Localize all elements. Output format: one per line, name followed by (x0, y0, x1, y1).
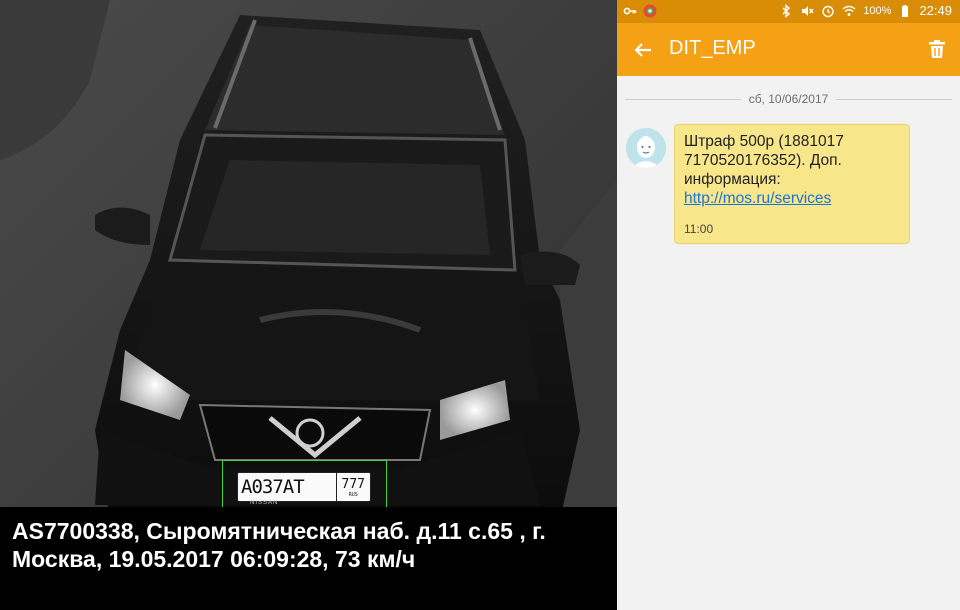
alarm-icon (822, 5, 835, 17)
app-icon (643, 4, 657, 18)
message-text: Штраф 500р (1881017 7170520176352). Доп.… (684, 132, 899, 208)
contact-avatar-icon (626, 128, 666, 168)
bluetooth-icon (782, 3, 791, 18)
app-bar: DIT_EMP (617, 23, 960, 76)
trash-icon[interactable] (926, 38, 948, 60)
camera-caption-bar: AS7700338, Сыромятническая наб. д.11 с.6… (0, 507, 617, 610)
key-icon (623, 7, 637, 15)
arrow-back-icon[interactable] (631, 38, 655, 62)
camera-caption: AS7700338, Сыромятническая наб. д.11 с.6… (12, 518, 546, 572)
plate-frame-brand: NISSAN (250, 500, 279, 506)
plate-number: А037АТ (238, 473, 337, 501)
plate-region-code: 777 (341, 476, 365, 492)
battery-percent: 100% (863, 4, 892, 17)
traffic-camera-photo: А037АТ 777 RUS NISSAN AS7700338, Сыромят… (0, 0, 617, 610)
status-bar: 100% 22:49 (617, 0, 960, 23)
plate-region: 777 RUS (337, 477, 370, 498)
license-plate: А037АТ 777 RUS (237, 472, 371, 502)
conversation-title: DIT_EMP (669, 37, 756, 59)
date-separator: сб, 10/06/2017 (625, 92, 952, 106)
sms-app-screen: 100% 22:49 DIT_EMP сб, 10/06/2017 Штраф … (617, 0, 960, 610)
message-body: Штраф 500р (1881017 7170520176352). Доп.… (684, 133, 844, 188)
battery-icon (902, 4, 909, 17)
avatar[interactable] (626, 128, 666, 168)
message-time: 11:00 (684, 222, 714, 236)
plate-region-country: RUS (348, 491, 358, 498)
message-bubble[interactable]: Штраф 500р (1881017 7170520176352). Доп.… (674, 124, 910, 244)
date-label: сб, 10/06/2017 (740, 92, 837, 106)
wifi-icon (842, 5, 856, 16)
status-time: 22:49 (919, 3, 952, 18)
mute-icon (802, 5, 814, 16)
message-link[interactable]: http://mos.ru/services (684, 190, 831, 207)
